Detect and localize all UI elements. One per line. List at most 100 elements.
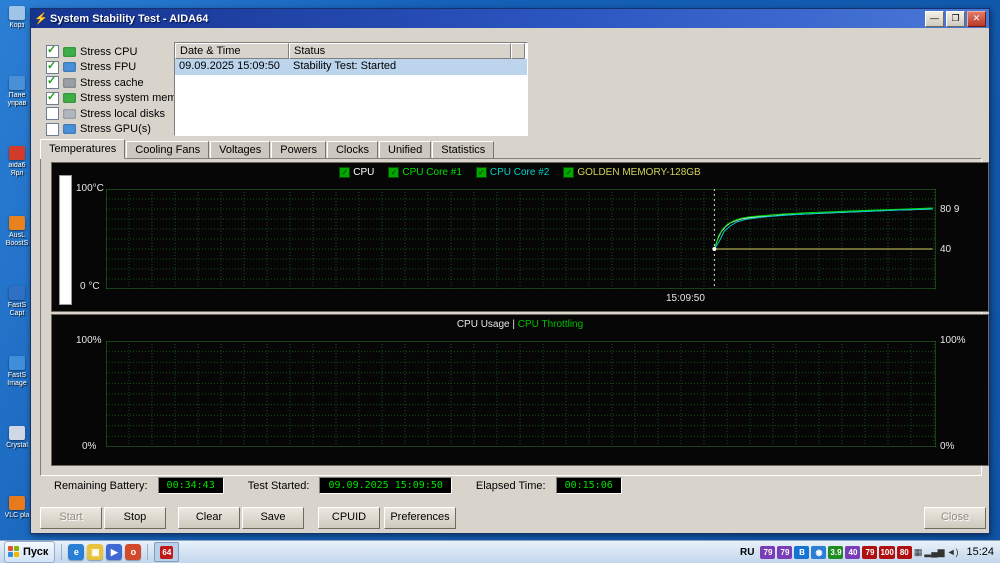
desktop-icon-label: VLC pla [4, 512, 30, 519]
tray-badge[interactable]: 79 [862, 545, 878, 559]
clear-button[interactable]: Clear [178, 507, 240, 529]
status-label: Test Started: [247, 479, 310, 492]
stress-option-row[interactable]: Stress GPU(s) [46, 122, 192, 138]
desktop-icon[interactable]: Корз [0, 2, 34, 72]
desktop-icon-label: Crystal [6, 442, 28, 449]
minimize-button[interactable]: — [925, 10, 944, 27]
legend-item[interactable]: ✓ CPU Core #2 [475, 167, 550, 178]
cpuid-button[interactable]: CPUID [318, 507, 380, 529]
temperature-legend: ✓ CPU ✓ CPU Core #1 ✓ CPU Core #2 ✓ GOLDEN MEMO… [52, 167, 988, 178]
legend-checkbox[interactable]: ✓ [388, 167, 400, 178]
stress-option-row[interactable]: Stress cache [46, 74, 192, 91]
usage-right-min-label: 0% [940, 441, 955, 452]
stress-option-row[interactable]: Stress FPU [46, 59, 192, 76]
tab-statistics[interactable]: Statistics [432, 141, 495, 159]
close-button[interactable]: Close [924, 507, 986, 529]
ie-icon[interactable]: e [68, 544, 85, 560]
tab-clocks[interactable]: Clocks [326, 141, 378, 159]
tab-unified[interactable]: Unified [379, 141, 432, 159]
close-window-button[interactable]: ✕ [967, 10, 986, 27]
desktop-icon[interactable]: FastS Image [0, 352, 34, 422]
legend-checkbox[interactable]: ✓ [339, 167, 351, 178]
tab-powers[interactable]: Powers [271, 141, 326, 159]
legend-item[interactable]: ✓ GOLDEN MEMORY-128GB [563, 167, 701, 178]
legend-label: CPU Core #2 [489, 167, 550, 178]
stress-option-checkbox[interactable] [46, 59, 59, 74]
tray-badge[interactable]: B [794, 545, 810, 559]
stress-option-row[interactable]: Stress system memory [46, 90, 192, 107]
tray-badge[interactable]: ◉ [811, 545, 827, 559]
cpu-usage-chart-panel: CPU Usage | CPU Throttling 100% 0% 100% … [51, 314, 989, 466]
stress-option-checkbox[interactable] [46, 74, 59, 90]
table-row[interactable]: 09.09.2025 15:09:50 Stability Test: Start… [175, 59, 527, 75]
media-player-icon[interactable]: ▶ [106, 544, 123, 560]
network-icon[interactable]: ▂▄▆ [924, 546, 944, 559]
stress-option-label: Stress GPU(s) [80, 123, 151, 136]
start-button[interactable]: Пуск [4, 541, 56, 563]
tray-badge[interactable]: 80 [896, 545, 912, 559]
tab-temperatures[interactable]: Temperatures [40, 139, 126, 159]
table-column-header[interactable]: Status [289, 43, 511, 59]
tray-badge[interactable]: 79 [760, 545, 776, 559]
temp-y-max-label: 100°C [76, 183, 104, 194]
language-indicator[interactable]: RU [740, 547, 754, 558]
desktop-icon[interactable]: Пане управ [0, 72, 34, 142]
volume-icon[interactable]: ◄) [947, 546, 959, 559]
desktop-icon-label: aida6 Ярл [8, 162, 26, 177]
temperature-plot [106, 189, 936, 289]
usage-chart-header: CPU Usage | CPU Throttling [52, 319, 988, 330]
stress-option-checkbox[interactable] [46, 107, 59, 121]
tray-badge[interactable]: 79 [777, 545, 793, 559]
event-table[interactable]: Date & Time Status 09.09.2025 15:09:50 Sta… [174, 42, 528, 136]
window-client-area: Stress CPU Stress FPU Stress cacheStress s… [32, 28, 989, 532]
legend-checkbox[interactable]: ✓ [475, 167, 487, 178]
tray-badge[interactable]: 100 [879, 545, 895, 559]
desktop-icon-label: AusL BoostS [5, 232, 29, 247]
desktop-icon[interactable]: aida6 Ярл [0, 142, 34, 212]
stress-option-row[interactable]: Stress local disks [46, 106, 192, 122]
vertical-scrollbar[interactable] [59, 175, 72, 305]
desktop-icon-label: FastS Image [7, 372, 27, 387]
window-titlebar[interactable]: ⚡ System Stability Test - AIDA64 — ❐ ✕ [31, 9, 989, 28]
usage-right-max-label: 100% [940, 335, 966, 346]
desktop-icon[interactable]: AusL BoostS [0, 212, 34, 282]
taskbar-separator [61, 544, 63, 560]
legend-item[interactable]: ✓ CPU Core #1 [388, 167, 462, 178]
system-tray: 79 79 B ◉ 3.9 40 79 100 80 ▦ ▂▄▆ ◄) [760, 545, 959, 559]
stress-option-checkbox[interactable] [46, 90, 59, 105]
desktop-icon[interactable]: Crystal [0, 422, 34, 492]
cpu-throttling-label: CPU Throttling [517, 319, 584, 330]
tray-badge[interactable]: 40 [845, 545, 861, 559]
event-table-header: Date & Time Status [175, 43, 527, 59]
legend-checkbox[interactable]: ✓ [563, 167, 575, 178]
fpu-icon [63, 62, 76, 73]
stop-button[interactable]: Stop [104, 507, 166, 529]
maximize-button[interactable]: ❐ [946, 10, 965, 27]
stress-option-row[interactable]: Stress CPU [46, 43, 192, 60]
taskbar-clock[interactable]: 15:24 [966, 546, 994, 558]
chart-icon[interactable]: ▦ [914, 546, 923, 559]
aida64-taskbar-icon: 64 [160, 545, 174, 559]
header-separator: | [509, 319, 518, 330]
stress-option-checkbox[interactable] [46, 122, 59, 136]
tab-cooling-fans[interactable]: Cooling Fans [126, 141, 210, 159]
start-button[interactable]: Start [40, 507, 102, 529]
stress-option-checkbox[interactable] [46, 43, 59, 59]
legend-item[interactable]: ✓ CPU [339, 167, 374, 178]
stress-option-label: Stress local disks [80, 107, 165, 120]
tab-voltages[interactable]: Voltages [210, 141, 271, 159]
taskbar-app-aida64[interactable]: 64 [154, 542, 180, 562]
temperature-chart-panel: ✓ CPU ✓ CPU Core #1 ✓ CPU Core #2 ✓ GOLDEN MEMO… [51, 162, 989, 312]
cpu-usage-label: CPU Usage [456, 319, 510, 330]
tray-badge[interactable]: 3.9 [828, 545, 844, 559]
preferences-button[interactable]: Preferences [384, 507, 456, 529]
status-label: Elapsed Time: [475, 479, 546, 492]
status-value-display: 00:15:06 [555, 477, 622, 494]
windows-logo-icon [8, 546, 20, 558]
desktop-icon[interactable]: FastS Capt [0, 282, 34, 352]
folder-icon[interactable]: ▣ [87, 544, 104, 560]
save-button[interactable]: Save [242, 507, 304, 529]
browser-icon[interactable]: o [125, 544, 142, 560]
table-column-header[interactable]: Date & Time [175, 43, 289, 59]
status-bar: Remaining Battery: 00:34:43 Test Started: 0… [54, 477, 636, 494]
